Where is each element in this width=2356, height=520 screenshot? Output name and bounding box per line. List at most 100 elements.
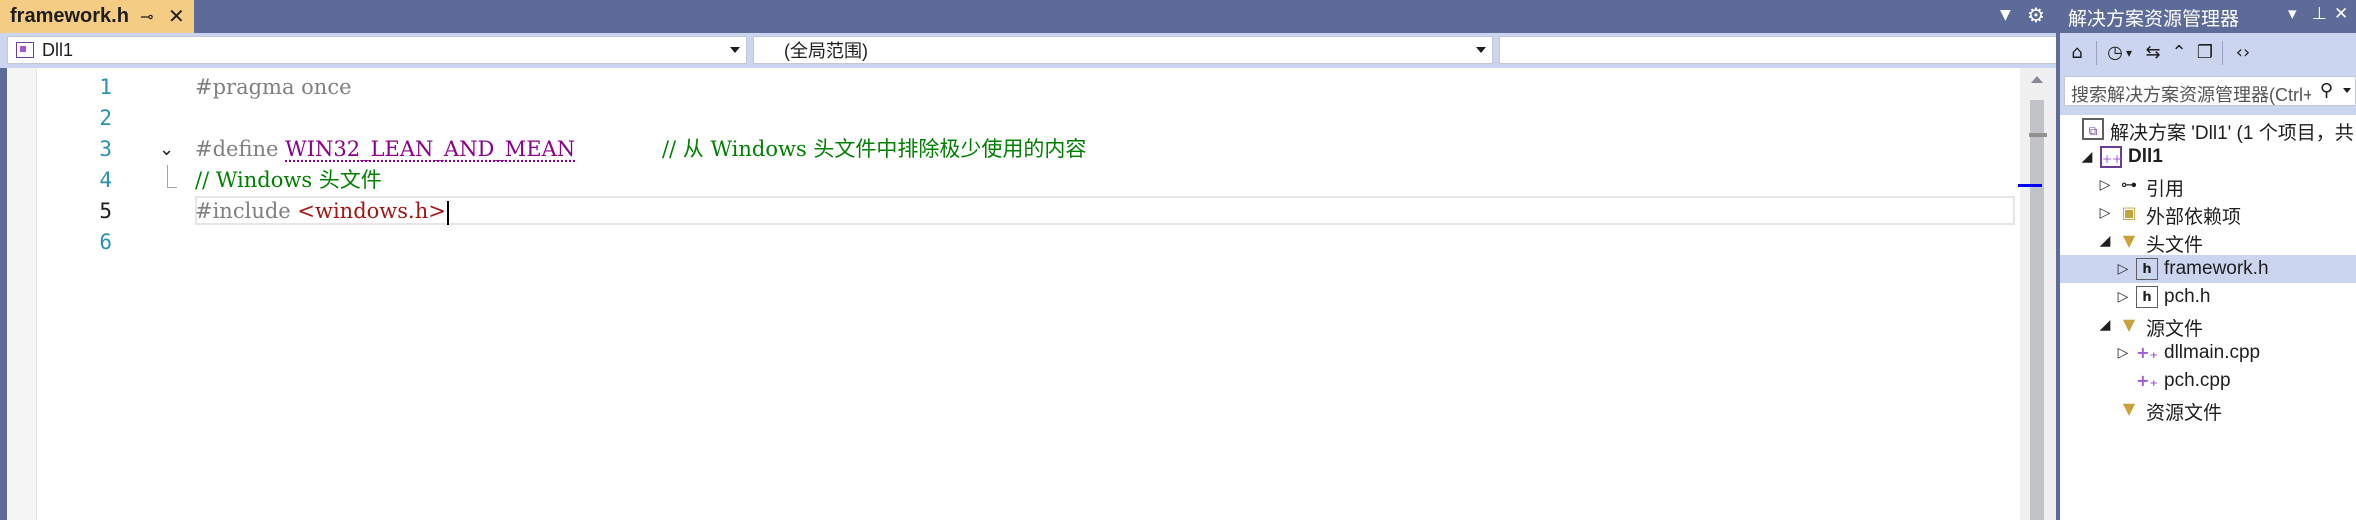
tree-node-label: 资源文件 bbox=[2146, 403, 2223, 424]
filter-folder-icon: ▼ bbox=[2122, 399, 2136, 418]
tree-node[interactable]: ◢ ▼ 头文件 bbox=[2060, 227, 2356, 256]
scrollbar-thumb[interactable] bbox=[2030, 100, 2044, 520]
code-text: #define WIN32_LEAN_AND_MEAN // 从 Windows… bbox=[195, 134, 1086, 165]
tree-node[interactable]: ▼ 资源文件 bbox=[2060, 395, 2356, 424]
external-deps-icon: ▣ bbox=[2121, 203, 2137, 222]
close-icon[interactable]: ✕ bbox=[168, 4, 185, 28]
code-token: #pragma once bbox=[195, 75, 352, 99]
sync-icon[interactable]: ⇆ bbox=[2140, 40, 2166, 66]
project-dropdown[interactable]: Dll1 bbox=[7, 36, 747, 64]
document-tabstrip: framework.h ⊸ ✕ ▼ ⚙ bbox=[0, 0, 2056, 33]
search-placeholder: 搜索解决方案资源管理器(Ctrl+;) bbox=[2071, 85, 2311, 105]
visual-studio-window: framework.h ⊸ ✕ ▼ ⚙ Dll1 (全局范围) 1 #pragm… bbox=[0, 0, 2356, 520]
tree-node-label: pch.cpp bbox=[2164, 370, 2231, 391]
solution-explorer-title: 解决方案资源管理器 bbox=[2068, 9, 2240, 30]
code-text: // Windows 头文件 bbox=[195, 165, 382, 196]
code-editor[interactable]: 1 #pragma once 2 3 ⌄ #define WIN32_LEAN_AND_M… bbox=[7, 68, 2027, 520]
solution-explorer: 解决方案资源管理器 ▾ ⊥ ✕ ⌂ ◷ ▾ ⇆ ⌃ ❐ ‹› 搜索解决方案资源管… bbox=[2056, 0, 2356, 520]
collapse-arrow-icon[interactable]: ◢ bbox=[2098, 311, 2112, 339]
toolbar-separator bbox=[2222, 41, 2223, 65]
text-caret bbox=[446, 200, 449, 225]
chevron-down-icon[interactable]: ▾ bbox=[2288, 4, 2297, 24]
tree-node[interactable]: ▷ h pch.h bbox=[2060, 283, 2356, 311]
pin-icon[interactable]: ⊥ bbox=[2312, 4, 2327, 24]
collapse-all-icon[interactable]: ⌃ bbox=[2166, 40, 2192, 66]
fold-range-line bbox=[167, 165, 177, 188]
close-icon[interactable]: ✕ bbox=[2334, 4, 2348, 24]
show-all-files-icon[interactable]: ❐ bbox=[2192, 40, 2218, 66]
caret-position-marker bbox=[2018, 184, 2042, 187]
code-comment: // Windows 头文件 bbox=[195, 168, 382, 192]
expand-arrow-icon[interactable]: ▷ bbox=[2098, 199, 2112, 227]
header-file-icon: h bbox=[2136, 286, 2158, 308]
scope-dropdown[interactable]: (全局范围) bbox=[753, 36, 1493, 64]
gear-icon[interactable]: ⚙ bbox=[2027, 3, 2045, 27]
filter-folder-icon: ▼ bbox=[2122, 315, 2136, 334]
code-line[interactable]: 3 ⌄ #define WIN32_LEAN_AND_MEAN // 从 Windo… bbox=[7, 134, 2027, 165]
expand-arrow-icon[interactable]: ▷ bbox=[2116, 255, 2130, 283]
line-number: 1 bbox=[99, 75, 112, 99]
tree-node[interactable]: ▷ +₊ dllmain.cpp bbox=[2060, 339, 2356, 367]
tree-node-label: 头文件 bbox=[2146, 235, 2204, 256]
tree-node-label: 解决方案 'Dll1' (1 个项目，共 1 个) bbox=[2110, 123, 2356, 144]
code-line[interactable]: 1 #pragma once bbox=[7, 72, 2027, 103]
document-tab-framework-h[interactable]: framework.h ⊸ ✕ bbox=[0, 0, 194, 33]
cpp-file-icon: +₊ bbox=[2136, 343, 2158, 362]
navigation-bar: Dll1 (全局范围) bbox=[0, 33, 2239, 68]
cpp-file-icon: +₊ bbox=[2136, 371, 2158, 390]
tree-node[interactable]: ⧉ 解决方案 'Dll1' (1 个项目，共 1 个) bbox=[2060, 115, 2356, 144]
references-icon: ⊶ bbox=[2121, 175, 2137, 194]
tree-node-label: pch.h bbox=[2164, 286, 2211, 307]
scroll-up-icon[interactable] bbox=[2031, 76, 2043, 83]
code-token: #include bbox=[195, 199, 298, 223]
current-line-highlight bbox=[195, 196, 2015, 225]
filter-folder-icon: ▼ bbox=[2122, 231, 2136, 250]
tree-node[interactable]: ▷ h framework.h bbox=[2060, 255, 2356, 283]
code-line[interactable]: 4 // Windows 头文件 bbox=[7, 165, 2027, 196]
collapse-arrow-icon[interactable]: ◢ bbox=[2098, 227, 2112, 255]
editor-pane: framework.h ⊸ ✕ ▼ ⚙ Dll1 (全局范围) 1 #pragm… bbox=[0, 0, 2239, 520]
line-number: 5 bbox=[99, 199, 112, 223]
tree-node[interactable]: +₊ pch.cpp bbox=[2060, 367, 2356, 395]
toolbar-separator bbox=[2096, 41, 2097, 65]
tree-node-label: Dll1 bbox=[2128, 146, 2163, 167]
expand-arrow-icon[interactable]: ▷ bbox=[2116, 283, 2130, 311]
code-line[interactable]: 2 bbox=[7, 103, 2027, 134]
home-icon[interactable]: ⌂ bbox=[2064, 40, 2090, 66]
tree-node-label: 引用 bbox=[2146, 179, 2185, 200]
tree-node[interactable]: ◢ ▼ 源文件 bbox=[2060, 311, 2356, 340]
code-token: #define bbox=[195, 137, 286, 161]
chevron-down-icon[interactable]: ▼ bbox=[2000, 7, 2011, 23]
search-icon[interactable]: ⚲ bbox=[2320, 80, 2333, 101]
chevron-down-icon[interactable]: ▾ bbox=[2122, 40, 2136, 66]
header-file-icon: h bbox=[2136, 258, 2158, 280]
code-include-path: <windows.h> bbox=[297, 199, 446, 223]
line-number: 3 bbox=[99, 137, 112, 161]
code-line[interactable]: 6 bbox=[7, 227, 2027, 258]
tab-title: framework.h bbox=[10, 5, 129, 27]
tree-node[interactable]: ▷ ⊶ 引用 bbox=[2060, 171, 2356, 200]
code-text: #pragma once bbox=[195, 72, 352, 103]
tree-node-label: 源文件 bbox=[2146, 319, 2204, 340]
editor-vertical-scrollbar[interactable] bbox=[2018, 68, 2056, 520]
expand-arrow-icon[interactable]: ▷ bbox=[2098, 171, 2112, 199]
line-number: 2 bbox=[99, 106, 112, 130]
code-macro: WIN32_LEAN_AND_MEAN bbox=[285, 137, 576, 161]
solution-explorer-search[interactable]: 搜索解决方案资源管理器(Ctrl+;) ⚲ bbox=[2064, 76, 2356, 106]
solution-explorer-titlebar: 解决方案资源管理器 ▾ ⊥ ✕ bbox=[2060, 0, 2356, 33]
code-comment: // 从 Windows 头文件中排除极少使用的内容 bbox=[661, 137, 1087, 161]
pin-icon[interactable]: ⊸ bbox=[140, 7, 153, 26]
collapse-arrow-icon[interactable]: ◢ bbox=[2080, 143, 2094, 171]
project-dropdown-value: Dll1 bbox=[42, 39, 74, 60]
code-view-icon[interactable]: ‹› bbox=[2230, 40, 2256, 66]
tree-node-label: 外部依赖项 bbox=[2146, 207, 2242, 228]
solution-explorer-toolbar: ⌂ ◷ ▾ ⇆ ⌃ ❐ ‹› bbox=[2060, 33, 2356, 73]
code-line[interactable]: 5 #include <windows.h> bbox=[7, 196, 2027, 227]
tree-node[interactable]: ▷ ▣ 外部依赖项 bbox=[2060, 199, 2356, 228]
tree-node[interactable]: ◢ ++ Dll1 bbox=[2060, 143, 2356, 171]
fold-collapse-icon[interactable]: ⌄ bbox=[159, 134, 174, 165]
tree-node-label: dllmain.cpp bbox=[2164, 342, 2261, 363]
chevron-down-icon[interactable] bbox=[2343, 88, 2351, 93]
expand-arrow-icon[interactable]: ▷ bbox=[2116, 339, 2130, 367]
